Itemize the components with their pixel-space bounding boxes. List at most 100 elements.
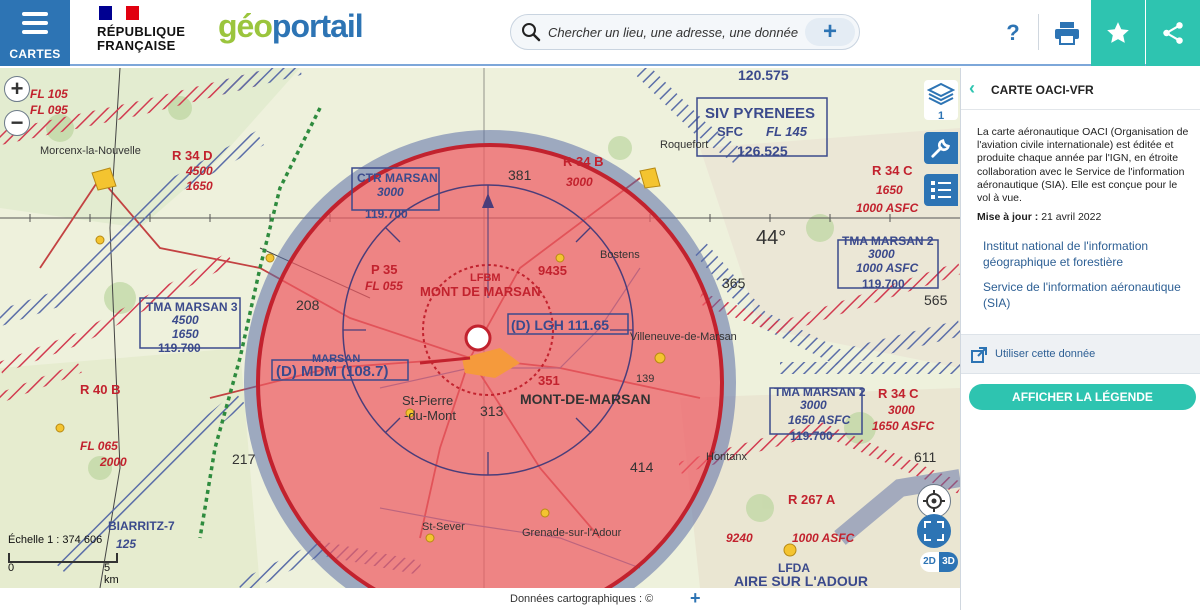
scale-label: Échelle 1 : 374 606 [8,534,103,546]
french-flag-icon [99,6,139,20]
geolocate-button[interactable] [917,484,951,518]
help-button[interactable]: ? [988,0,1038,66]
fullscreen-button[interactable] [917,514,951,548]
label-n365: 365 [722,275,746,291]
show-legend-button[interactable]: AFFICHER LA LÉGENDE [969,384,1196,410]
list-icon [931,181,951,199]
label-r34b-3000: 3000 [566,175,593,189]
view-mode-toggle[interactable]: 2D 3D [920,552,958,572]
zoom-out-button[interactable]: − [4,110,30,136]
label-aire: AIRE SUR L'ADOUR [734,573,868,588]
label-mdm-town: MONT-DE-MARSAN [520,391,651,407]
label-biarritz: BIARRITZ-7 [108,519,175,533]
label-villeneuve: Villeneuve-de-Marsan [630,331,737,343]
zoom-in-button[interactable]: + [4,76,30,102]
label-lfbm: LFBM [470,272,501,284]
hamburger-icon [22,12,48,39]
label-tma2b-3000: 3000 [800,398,827,412]
label-n351: 351 [538,373,560,388]
update-value: 21 avril 2022 [1041,211,1102,223]
cartes-menu-label: CARTES [9,47,61,61]
label-r267-9240: 9240 [726,531,753,545]
label-p35: P 35 [371,262,398,277]
update-date: Mise à jour : 21 avril 2022 [977,211,1101,223]
label-b-125: 125 [116,537,136,551]
star-icon [1107,22,1129,43]
search-icon [522,23,541,42]
label-st-sever: St-Sever [422,521,465,533]
link-sia[interactable]: Service de l'information aéronautique (S… [983,279,1188,311]
layer-info-panel: ‹ CARTE OACI-VFR La carte aéronautique O… [960,68,1200,610]
label-marsan: MARSAN [312,353,360,365]
label-ctr-3000: 3000 [377,185,404,199]
label-n381: 381 [508,167,532,183]
credits-expand-button[interactable]: + [690,588,701,609]
map-scale: Échelle 1 : 374 606 0 5 km [8,534,119,586]
label-r34c-low-asfc: 1650 ASFC [872,419,935,433]
panel-title: CARTE OACI-VFR [991,83,1094,97]
share-icon [1163,22,1183,44]
map-footer: Données cartographiques : © + [0,588,960,610]
label-bostens: Bostens [600,249,640,261]
chevron-left-icon[interactable]: ‹ [969,78,975,99]
search-input[interactable]: Chercher un lieu, une adresse, une donné… [548,25,798,40]
favorites-button[interactable] [1091,0,1145,66]
search-bar[interactable]: Chercher un lieu, une adresse, une donné… [510,14,860,50]
label-r34c-low: R 34 C [878,386,919,401]
label-hontanx: Hontanx [706,451,747,463]
cartes-menu-button[interactable]: CARTES [0,0,70,66]
legend-panel-button[interactable] [924,174,958,206]
label-tma3-1650: 1650 [172,327,199,341]
label-n9435: 9435 [538,263,567,278]
label-r267a: R 267 A [788,492,836,507]
expand-icon [924,521,944,541]
scale-km: 5 km [104,562,119,586]
link-ign[interactable]: Institut national de l'information géogr… [983,238,1188,270]
print-icon [1055,22,1079,45]
label-fl055: FL 055 [365,279,403,293]
use-data-link[interactable]: Utiliser cette donnée [995,348,1095,360]
label-grenade: Grenade-sur-l'Adour [522,527,622,539]
label-asfc-1000: 1000 ASFC [856,201,919,215]
layers-icon [926,82,956,106]
map-view[interactable]: FL 105 FL 095 R 34 D 4500 1650 R 34 B 30… [0,68,960,588]
label-r34d: R 34 D [172,148,212,163]
geoportail-logo[interactable]: géoportail [218,8,364,45]
oaci-vfr-map[interactable]: FL 105 FL 095 R 34 D 4500 1650 R 34 B 30… [0,68,960,588]
label-r34d-1: 4500 [185,164,213,178]
label-n139: 139 [636,373,654,385]
label-du-mont: -du-Mont [404,408,456,423]
label-r34c-top: R 34 C [872,163,913,178]
layer-description: La carte aéronautique OACI (Organisation… [977,126,1189,205]
scale-zero: 0 [8,562,15,574]
label-tma2-3000: 3000 [868,247,895,261]
republique-text: RÉPUBLIQUE FRANÇAISE [97,24,186,53]
label-lgh: (D) LGH 111.65 [511,317,609,333]
panel-header: ‹ CARTE OACI-VFR [961,68,1200,110]
header-divider [1038,14,1039,50]
map-credits: Données cartographiques : © [510,593,654,605]
label-n208: 208 [296,297,320,313]
share-button[interactable] [1146,0,1200,66]
tools-button[interactable] [924,132,958,164]
layers-button[interactable]: 1 [924,80,958,122]
label-r34c-low-3000: 3000 [888,403,915,417]
label-r34b: R 34 B [563,154,603,169]
mode-2d-button[interactable]: 2D [920,552,939,572]
use-data-row[interactable]: Utiliser cette donnée [961,334,1200,374]
layers-count: 1 [937,110,945,122]
mode-3d-button[interactable]: 3D [939,552,958,572]
crosshair-icon [923,490,945,512]
label-tma2b-1650asfc: 1650 ASFC [788,413,851,427]
label-morcenx: Morcenx-la-Nouvelle [40,145,141,157]
label-n217: 217 [232,451,256,467]
label-tma3-4500: 4500 [171,313,199,327]
label-ctr-freq: 119.700 [365,207,408,221]
label-tma-marsan2b: TMA MARSAN 2 [774,385,866,399]
search-advanced-button[interactable]: + [805,18,855,46]
label-siv: SIV PYRENEES [705,105,815,122]
label-st-pierre: St-Pierre [402,393,453,408]
print-button[interactable] [1042,0,1092,66]
label-tma2-freq: 119.700 [862,277,905,291]
label-ctr-marsan: CTR MARSAN [357,171,438,185]
